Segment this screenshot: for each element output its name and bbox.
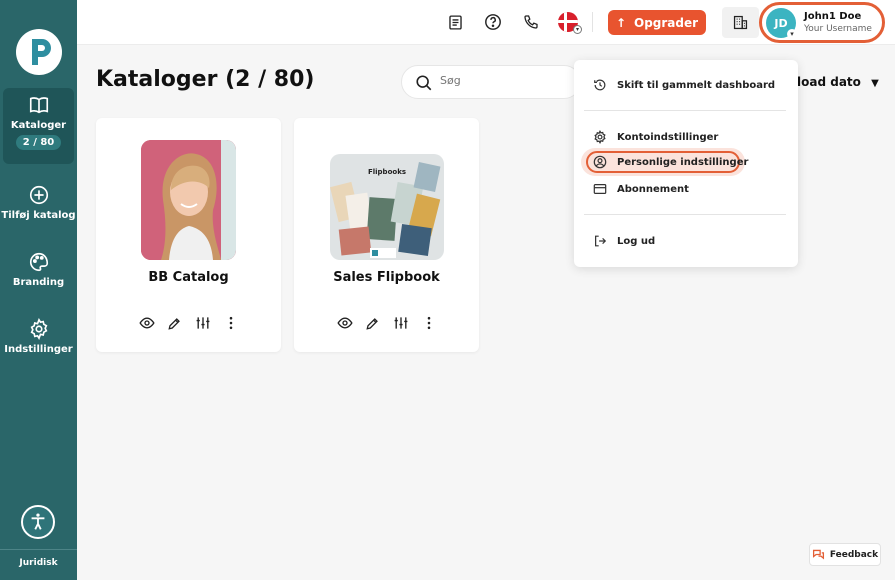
topbar: ▾ ↑ Opgrader JD ▾ John1 Doe Your Usernam… xyxy=(77,0,895,45)
sidebar-item-add-catalog[interactable]: Tilføj katalog xyxy=(0,184,77,221)
card-actions xyxy=(96,315,281,331)
page-title: Kataloger (2 / 80) xyxy=(96,67,315,92)
eye-icon[interactable] xyxy=(336,315,353,331)
menu-item-logout[interactable]: Log ud xyxy=(593,234,655,248)
catalog-cover-image: Flipbooks xyxy=(330,154,444,260)
catalog-card[interactable]: Flipbooks Sales Flipbook xyxy=(294,118,479,352)
sort-label: load dato xyxy=(797,75,861,89)
user-name: John1 Doe xyxy=(804,11,862,22)
search-box[interactable] xyxy=(401,65,581,99)
menu-item-label: Skift til gammelt dashboard xyxy=(617,79,776,91)
sidebar-divider xyxy=(0,549,77,550)
menu-item-label: Abonnement xyxy=(617,183,689,195)
gear-icon xyxy=(30,318,47,340)
card-actions xyxy=(294,315,479,331)
more-options-icon[interactable] xyxy=(223,315,239,331)
user-dropdown-menu: Skift til gammelt dashboard Kontoindstil… xyxy=(574,60,798,267)
sidebar-item-branding[interactable]: Branding xyxy=(0,251,77,288)
menu-item-account-settings[interactable]: Kontoindstillinger xyxy=(593,130,718,144)
user-circle-icon xyxy=(593,155,607,169)
menu-divider xyxy=(584,214,786,215)
search-input[interactable] xyxy=(440,74,570,87)
divider xyxy=(592,12,593,32)
menu-item-label: Kontoindstillinger xyxy=(617,131,719,143)
sliders-icon[interactable] xyxy=(195,315,211,331)
sort-dropdown[interactable]: load dato ▼ xyxy=(797,75,879,89)
document-icon[interactable] xyxy=(445,12,465,32)
sidebar-item-label: Kataloger xyxy=(10,120,67,131)
plus-circle-icon xyxy=(29,185,48,205)
menu-divider xyxy=(584,110,786,111)
accessibility-icon xyxy=(31,513,45,530)
sidebar-item-settings[interactable]: Indstillinger xyxy=(0,318,77,355)
catalog-title[interactable]: BB Catalog xyxy=(96,270,281,285)
menu-item-label: Log ud xyxy=(617,235,656,247)
feedback-icon xyxy=(812,549,824,560)
edit-icon[interactable] xyxy=(167,315,183,331)
catalog-thumbnail[interactable]: Flipbooks xyxy=(330,154,444,260)
menu-item-personal-settings[interactable]: Personlige indstillinger xyxy=(593,155,748,169)
catalog-thumbnail[interactable] xyxy=(141,140,236,260)
menu-item-old-dashboard[interactable]: Skift til gammelt dashboard xyxy=(593,78,775,92)
sidebar: Kataloger 2 / 80 Tilføj katalog Branding… xyxy=(0,0,77,580)
eye-icon[interactable] xyxy=(138,315,155,331)
feedback-label: Feedback xyxy=(829,549,879,560)
menu-item-subscription[interactable]: Abonnement xyxy=(593,182,689,196)
organization-button[interactable] xyxy=(722,7,759,38)
sidebar-item-label: Tilføj katalog xyxy=(1,210,76,221)
catalog-count-badge: 2 / 80 xyxy=(15,135,62,150)
building-icon xyxy=(733,15,748,30)
credit-card-icon xyxy=(593,184,607,194)
palette-icon xyxy=(29,252,48,272)
sliders-icon[interactable] xyxy=(393,315,409,331)
catalog-card[interactable]: BB Catalog xyxy=(96,118,281,352)
user-username: Your Username xyxy=(804,24,872,34)
user-menu-button[interactable]: JD ▾ John1 Doe Your Username xyxy=(759,2,885,43)
gear-icon xyxy=(594,130,606,144)
catalog-title[interactable]: Sales Flipbook xyxy=(294,270,479,285)
sidebar-item-label: Indstillinger xyxy=(4,344,73,355)
help-icon[interactable] xyxy=(483,12,503,32)
accessibility-button[interactable] xyxy=(21,505,55,539)
more-options-icon[interactable] xyxy=(421,315,437,331)
sidebar-item-label: Branding xyxy=(12,277,65,288)
arrow-up-icon: ↑ xyxy=(615,15,626,30)
upgrade-label: Opgrader xyxy=(634,15,699,30)
edit-icon[interactable] xyxy=(365,315,381,331)
sidebar-item-kataloger[interactable]: Kataloger 2 / 80 xyxy=(3,88,74,164)
catalog-cover-image xyxy=(141,140,236,260)
logout-icon xyxy=(595,235,607,247)
history-icon xyxy=(594,79,606,91)
cover-text: Flipbooks xyxy=(368,168,406,176)
upgrade-button[interactable]: ↑ Opgrader xyxy=(608,10,706,35)
logo-icon xyxy=(32,39,51,65)
chevron-down-icon: ▾ xyxy=(787,29,797,39)
chevron-down-icon: ▾ xyxy=(573,25,582,34)
book-icon xyxy=(29,97,48,114)
app-logo[interactable] xyxy=(16,29,62,75)
search-icon xyxy=(416,75,432,91)
feedback-button[interactable]: Feedback xyxy=(809,543,881,566)
phone-icon[interactable] xyxy=(521,12,541,32)
caret-down-icon: ▼ xyxy=(871,78,879,89)
legal-link[interactable]: Juridisk xyxy=(0,558,77,568)
menu-item-label: Personlige indstillinger xyxy=(617,156,749,168)
